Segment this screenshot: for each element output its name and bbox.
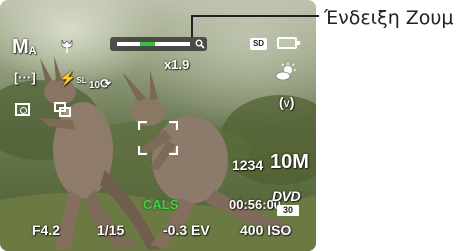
zoom-bar	[110, 37, 207, 51]
zoom-level-fill	[140, 42, 155, 46]
self-timer-value: 10	[89, 80, 101, 91]
shots-remaining: 1234	[232, 157, 264, 173]
continuous-shot-icon	[54, 102, 74, 118]
shutter-speed: 1/15	[97, 222, 125, 238]
callout-leader-vertical	[191, 15, 193, 37]
cloudy-wb-icon	[275, 63, 296, 81]
multi-focus-icon: [···]	[14, 70, 36, 85]
sd-card-badge: SD	[250, 38, 267, 50]
camera-screen: MA x1.9 SD [···] ⚡SL 10⟳ (V) 1234 10M CA…	[0, 0, 316, 251]
exposure-compensation: -0.3 EV	[163, 222, 210, 238]
video-format-badge: DVD 30	[272, 188, 304, 218]
image-size-value: 10M	[270, 151, 309, 173]
video-fps: 30	[277, 205, 299, 216]
search-zoom-icon	[195, 39, 205, 49]
zoom-indicator-label: Ένδειξη Ζουμ	[324, 7, 454, 29]
image-size: 10M	[270, 151, 309, 174]
stabilizer-icon: (V)	[279, 94, 295, 110]
zoom-ratio: x1.9	[164, 57, 190, 72]
video-format: DVD	[272, 188, 301, 204]
manual-mode-icon: MA	[12, 36, 37, 58]
cals-label: CALS	[143, 197, 179, 212]
flash-off-icon: ⚡SL	[59, 70, 87, 86]
self-timer-icon: 10⟳	[89, 76, 112, 91]
aperture-value: F4.2	[32, 222, 61, 238]
macro-tulip-icon	[61, 39, 73, 53]
battery-icon	[277, 37, 300, 49]
figure: MA x1.9 SD [···] ⚡SL 10⟳ (V) 1234 10M CA…	[0, 0, 471, 251]
callout-leader-horizontal	[191, 15, 319, 17]
face-detect-icon	[15, 103, 30, 116]
iso-value: 400 ISO	[240, 222, 292, 238]
focus-frame	[138, 121, 178, 155]
